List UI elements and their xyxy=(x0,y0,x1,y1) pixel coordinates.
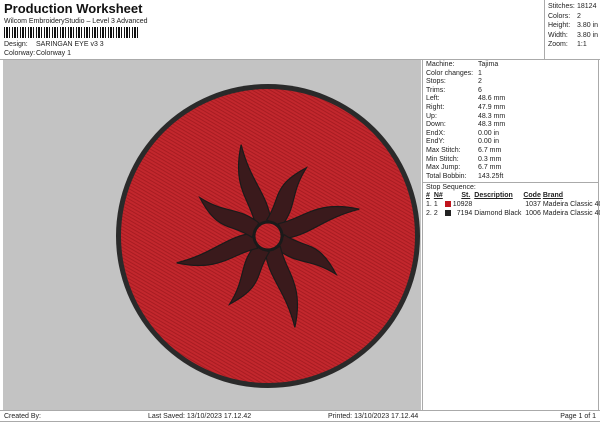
row-brand: Madeira Classic 40 xyxy=(542,210,600,218)
table-row: 2. 2 7194 Diamond Black 1006 Madeira Cla… xyxy=(426,209,600,218)
table-row: 1. 1 10928 1037 Madeira Classic 40 xyxy=(426,200,600,209)
color-swatch xyxy=(444,201,451,208)
stats-panel: Stitches: 18124 Colors: 2 Height: 3.80 in W… xyxy=(544,0,599,59)
stat-value: 3.80 in xyxy=(577,22,599,30)
info-value: 0.00 in xyxy=(478,138,500,146)
info-value: 47.9 mm xyxy=(478,103,506,111)
info-label: EndX: xyxy=(426,129,446,137)
last-saved: Last Saved: 13/10/2023 17.12.42 xyxy=(148,413,252,420)
info-label: Left: xyxy=(426,95,440,103)
stat-value: 3.80 in xyxy=(577,31,599,39)
worksheet-title: Production Worksheet xyxy=(4,1,143,16)
info-row: EndX: 0.00 in xyxy=(426,130,598,139)
info-label: Max Stitch: xyxy=(426,146,461,154)
col-description: Description xyxy=(474,192,513,200)
footer: Created By: Last Saved: 13/10/2023 17.12… xyxy=(0,410,600,422)
stat-value: 18124 xyxy=(577,3,597,10)
colorway-label: Colorway: xyxy=(4,50,36,57)
stat-label: Stitches: xyxy=(548,3,575,10)
info-value: 6.7 mm xyxy=(478,146,502,154)
info-value: 48.3 mm xyxy=(478,112,506,120)
info-row: Max Jump: 6.7 mm xyxy=(426,164,598,173)
info-row: Color changes: 1 xyxy=(426,70,598,79)
row-num: 2. xyxy=(426,210,432,218)
info-value: Tajima xyxy=(478,61,499,68)
info-value: 143.25ft xyxy=(478,172,504,180)
stat-value: 1:1 xyxy=(577,41,587,49)
stat-label: Height: xyxy=(548,22,571,30)
info-value: 6 xyxy=(478,86,482,94)
stat-value: 2 xyxy=(577,12,581,20)
row-needle: 1 xyxy=(433,201,438,209)
info-label: Up: xyxy=(426,112,437,120)
design-value: SARINGAN EYE v3 3 xyxy=(36,41,104,48)
stat-row: Zoom: 1:1 xyxy=(548,40,599,50)
row-code: 1037 xyxy=(525,201,541,209)
red-fill xyxy=(121,89,415,383)
info-row: EndY: 0.00 in xyxy=(426,138,598,147)
stat-row: Colors: 2 xyxy=(548,12,599,22)
info-row: Trims: 6 xyxy=(426,87,598,96)
design-preview xyxy=(3,60,421,410)
info-label: Color changes: xyxy=(426,69,474,77)
col-code: Code xyxy=(523,192,541,200)
info-label: Trims: xyxy=(426,86,446,94)
info-row: Up: 48.3 mm xyxy=(426,113,598,122)
row-description xyxy=(474,200,523,209)
info-value: 48.6 mm xyxy=(478,95,506,103)
info-value: 0.00 in xyxy=(478,129,500,137)
row-num: 1. xyxy=(426,201,432,209)
info-row: Max Stitch: 6.7 mm xyxy=(426,147,598,156)
stat-row: Stitches: 18124 xyxy=(548,2,599,12)
col-stitches: St. xyxy=(461,192,471,200)
info-value: 1 xyxy=(478,69,482,77)
row-needle: 2 xyxy=(433,210,438,218)
row-code: 1006 xyxy=(525,210,541,218)
info-value: 0.3 mm xyxy=(478,155,502,163)
info-label: Min Stitch: xyxy=(426,155,459,163)
info-label: Total Bobbin: xyxy=(426,172,467,180)
row-brand: Madeira Classic 40 xyxy=(542,201,600,209)
machine-info-panel: Machine: Tajima Color changes: 1 Stops: 2 Trim… xyxy=(422,60,600,410)
info-value: 6.7 mm xyxy=(478,164,502,172)
stat-row: Width: 3.80 in xyxy=(548,31,599,41)
stat-row: Height: 3.80 in xyxy=(548,21,599,31)
design-label: Design: xyxy=(4,41,28,48)
info-label: Max Jump: xyxy=(426,164,461,172)
info-label: Down: xyxy=(426,121,446,129)
stop-sequence-title: Stop Sequence: xyxy=(423,182,598,192)
stop-sequence-table: # N# St. Description Code Brand 1. 1 109… xyxy=(426,192,600,218)
color-swatch xyxy=(444,210,451,217)
created-by: Created By: xyxy=(4,413,41,420)
info-row: Down: 48.3 mm xyxy=(426,121,598,130)
info-value: 48.3 mm xyxy=(478,121,506,129)
software-name: Wilcom EmbroideryStudio – Level 3 Advanc… xyxy=(4,18,148,25)
info-row: Total Bobbin: 143.25ft xyxy=(426,173,598,182)
printed-date: Printed: 13/10/2023 17.12.44 xyxy=(328,413,419,420)
embroidery-design xyxy=(116,84,420,388)
info-row: Stops: 2 xyxy=(426,78,598,87)
col-num: # xyxy=(426,192,430,200)
row-description: Diamond Black xyxy=(474,210,522,218)
row-stitches: 10928 xyxy=(452,201,473,209)
barcode xyxy=(4,27,139,38)
info-label: Stops: xyxy=(426,78,446,86)
info-row: Machine: Tajima xyxy=(426,61,598,70)
stat-label: Zoom: xyxy=(548,41,568,49)
info-label: EndY: xyxy=(426,138,445,146)
page-number: Page 1 of 1 xyxy=(560,413,596,420)
info-label: Machine: xyxy=(426,61,455,68)
row-stitches: 7194 xyxy=(456,210,473,218)
col-needle: N# xyxy=(433,192,443,200)
info-row: Right: 47.9 mm xyxy=(426,104,598,113)
info-row: Min Stitch: 0.3 mm xyxy=(426,156,598,165)
info-value: 2 xyxy=(478,78,482,86)
colorway-value: Colorway 1 xyxy=(36,50,72,57)
info-label: Right: xyxy=(426,103,445,111)
info-row: Left: 48.6 mm xyxy=(426,95,598,104)
col-brand: Brand xyxy=(542,192,564,200)
stat-label: Colors: xyxy=(548,12,571,20)
stat-label: Width: xyxy=(548,31,568,39)
